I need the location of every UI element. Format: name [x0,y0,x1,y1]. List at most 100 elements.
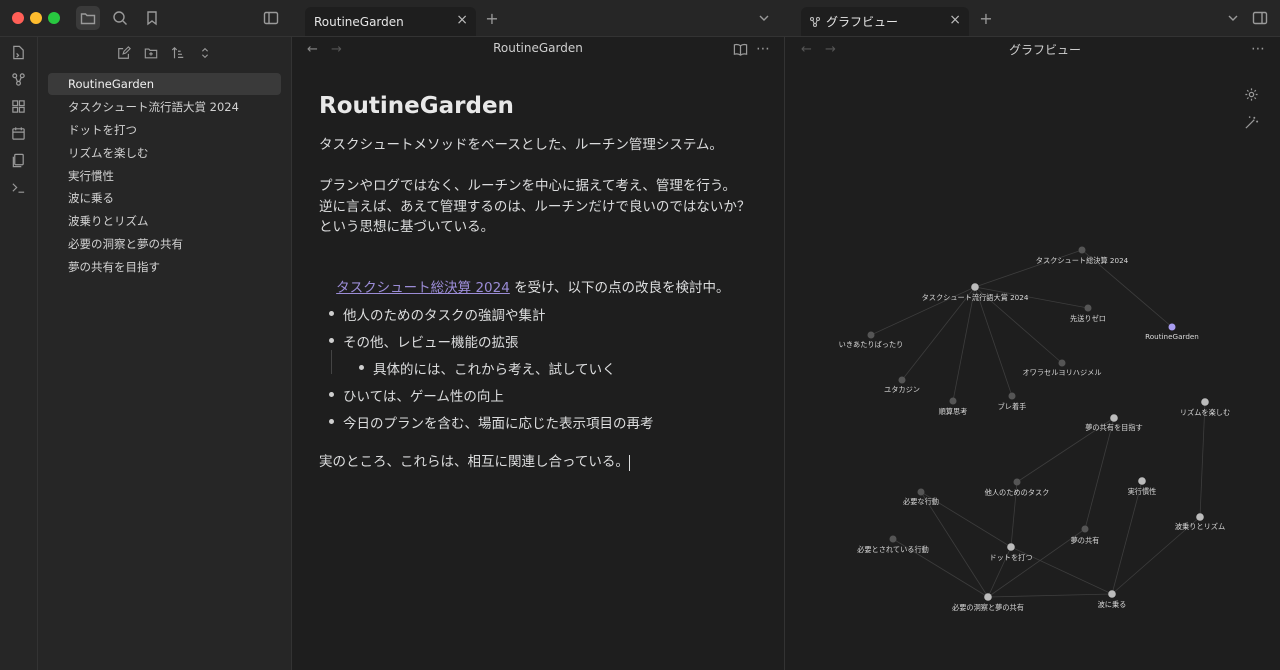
canvas-icon[interactable] [9,97,27,115]
graph-node-label: 波に乗る [1098,600,1127,609]
list-item: 他人のためのタスクの強調や集計 [343,308,546,324]
graph-node-label: オワラセルヨリハジメル [1022,368,1101,377]
bullet-dot [329,419,334,424]
graph-node[interactable] [1196,513,1204,521]
graph-view-icon[interactable] [9,70,27,88]
file-item[interactable]: リズムを楽しむ [48,142,281,164]
file-item[interactable]: 夢の共有を目指す [48,256,281,278]
bullet-dot [359,365,364,370]
new-tab-button[interactable]: + [974,6,998,30]
file-explorer: RoutineGarden タスクシュート流行語大賞 2024 ドットを打つ リ… [38,37,292,670]
graph-node[interactable] [917,488,925,496]
graph-node[interactable] [984,593,992,601]
minimize-window-button[interactable] [30,12,42,24]
new-tab-button[interactable]: + [480,6,504,30]
graph-node-label: リズムを楽しむ [1180,408,1230,417]
graph-pane: ← → グラフビュー ⋯ タスクシュート総決算 2024 タスクシュート流行語大… [785,37,1280,670]
more-options-icon[interactable]: ⋯ [753,39,773,59]
graph-node-label: 夢の共有を目指す [1085,423,1143,432]
file-item[interactable]: 波に乗る [48,187,281,209]
graph-node-label: いきあたりばったり [839,340,904,349]
graph-node[interactable] [1058,359,1066,367]
new-folder-icon[interactable] [141,43,161,63]
back-arrow-icon[interactable]: ← [307,42,318,57]
tab-routinegarden[interactable]: RoutineGarden × [305,7,476,36]
text-cursor [629,455,630,471]
link-trailing-text: を受け、以下の点の改良を検討中。 [509,279,730,296]
list-item: その他、レビュー機能の拡張 [343,335,519,351]
close-tab-icon[interactable]: × [456,12,468,28]
graph-node-label: 実行慣性 [1128,487,1157,496]
graph-node-label: 先送りゼロ [1070,314,1106,323]
paragraph: プランやログではなく、ルーチンを中心に据えて考え、管理を行う。 逆に言えば、あえ… [319,178,751,235]
graph-node[interactable] [1078,246,1086,254]
zoom-window-button[interactable] [48,12,60,24]
graph-node[interactable] [1007,543,1015,551]
file-item[interactable]: 必要の洞察と夢の共有 [48,233,281,255]
graph-node[interactable] [898,376,906,384]
close-tab-icon[interactable]: × [949,12,961,28]
title-bar: RoutineGarden × + グラフビュー × + [0,0,1280,37]
indent-guide [331,350,332,374]
bullet-dot [329,338,334,343]
file-item-routinegarden[interactable]: RoutineGarden [48,73,281,95]
new-note-icon[interactable] [114,43,134,63]
graph-node-label: 波乗りとリズム [1175,522,1225,531]
file-item[interactable]: ドットを打つ [48,119,281,141]
paragraph: タスクシュートメソッドをベースとした、ルーチン管理システム。 [319,137,723,153]
graph-node-label: 順算思考 [939,407,968,416]
graph-node[interactable] [889,535,897,543]
graph-node-label: 夢の共有 [1071,536,1100,545]
ribbon [0,37,38,670]
graph-labels: タスクシュート総決算 2024 タスクシュート流行語大賞 2024 先送りゼロ … [839,256,1231,612]
folder-icon[interactable] [76,6,100,30]
sort-icon[interactable] [168,43,188,63]
templates-icon[interactable] [9,151,27,169]
file-item[interactable]: 実行慣性 [48,165,281,187]
file-item[interactable]: 波乗りとリズム [48,210,281,232]
terminal-icon[interactable] [9,178,27,196]
search-icon[interactable] [108,6,132,30]
file-item[interactable]: タスクシュート流行語大賞 2024 [48,96,281,118]
graph-node[interactable] [949,397,957,405]
open-quick-switcher-icon[interactable] [9,43,27,61]
note-header-title: RoutineGarden [493,41,583,55]
tab-graph-view[interactable]: グラフビュー × [801,7,969,36]
graph-node[interactable] [1008,392,1016,400]
graph-node[interactable] [1138,477,1146,485]
toggle-right-sidebar-icon[interactable] [1248,6,1272,30]
graph-node[interactable] [971,283,979,291]
plus-icon: + [485,8,499,28]
calendar-icon[interactable] [9,124,27,142]
tab-list-chevron-icon[interactable] [752,6,776,30]
toggle-sidebar-icon[interactable] [259,6,283,30]
graph-node[interactable] [867,331,875,339]
close-window-button[interactable] [12,12,24,24]
internal-link[interactable]: タスクシュート総決算 2024 [336,280,510,296]
bullet-dot [329,311,334,316]
collapse-expand-icon[interactable] [195,43,215,63]
graph-node[interactable] [1013,478,1021,486]
note-title: RoutineGarden [319,93,514,119]
graph-node[interactable] [1084,304,1092,312]
bookmark-icon[interactable] [140,6,164,30]
tab-list-chevron-icon[interactable] [1221,6,1245,30]
graph-node[interactable] [1201,398,1209,406]
graph-node[interactable] [1108,590,1116,598]
forward-arrow-icon[interactable]: → [331,42,342,57]
graph-node-label: ブレ着手 [998,402,1027,411]
graph-node-label: ユタカジン [884,385,920,394]
graph-node-label: タスクシュート総決算 2024 [1036,256,1129,265]
list-item: ひいては、ゲーム性の向上 [343,389,504,405]
graph-canvas[interactable]: タスクシュート総決算 2024 タスクシュート流行語大賞 2024 先送りゼロ … [785,37,1280,670]
tab-label: グラフビュー [826,15,899,29]
reading-view-icon[interactable] [730,39,750,59]
plus-icon: + [979,8,993,28]
graph-node[interactable] [1110,414,1118,422]
list-item: 今日のプランを含む、場面に応じた表示項目の再考 [343,416,654,432]
graph-tab-icon [809,16,821,28]
graph-node-label: 必要な行動 [903,497,939,506]
graph-node[interactable] [1168,323,1176,331]
graph-node[interactable] [1081,525,1089,533]
list-item: 具体的には、これから考え、試していく [373,362,616,378]
